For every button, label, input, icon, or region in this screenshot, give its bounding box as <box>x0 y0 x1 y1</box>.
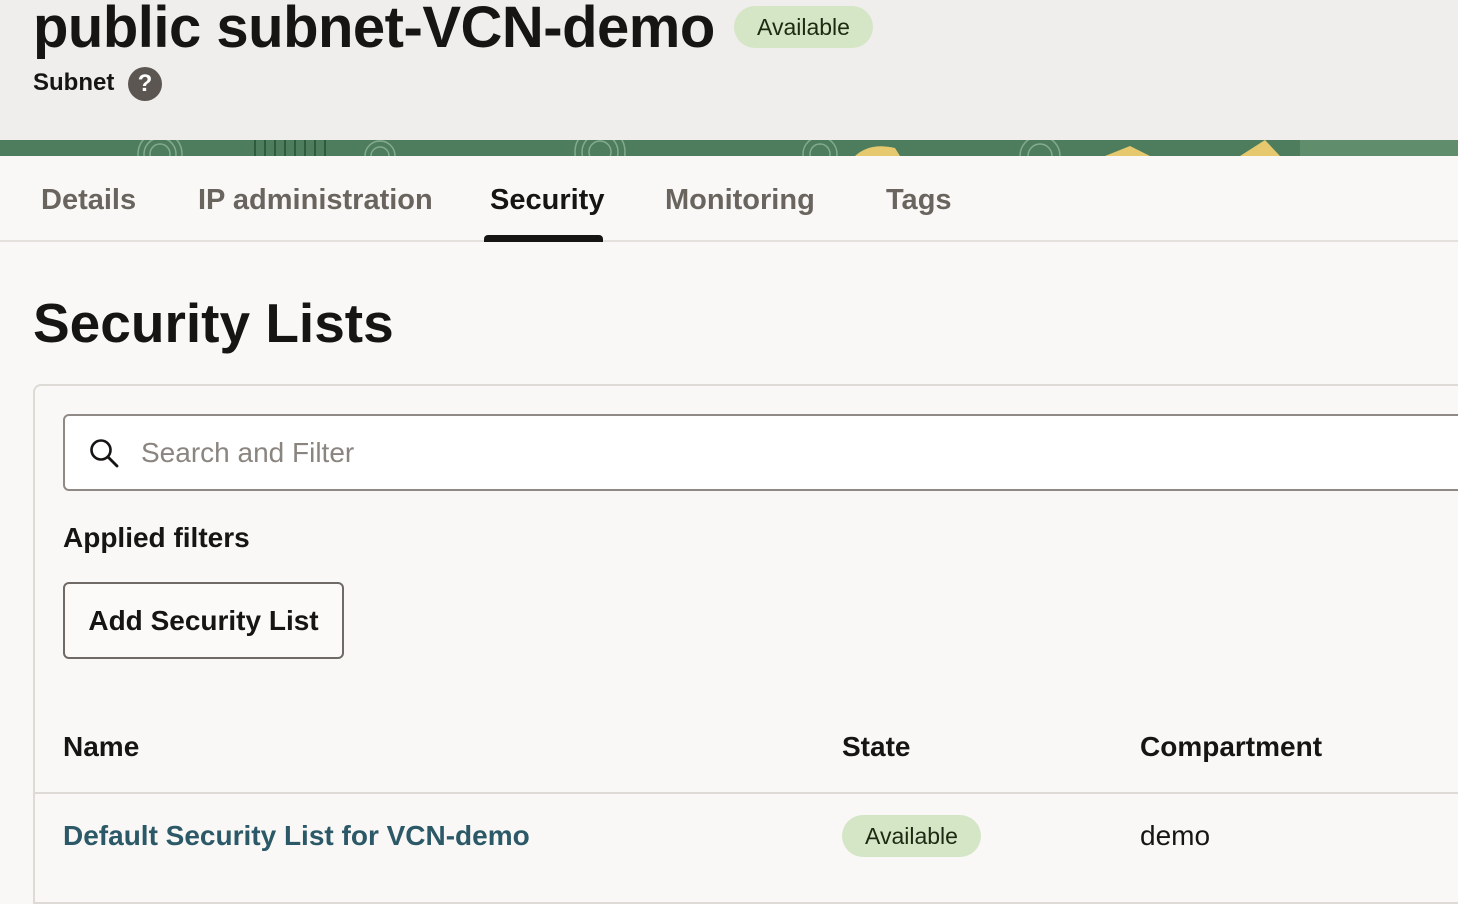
tab-monitoring[interactable]: Monitoring <box>665 180 815 220</box>
banner-pattern-icon <box>0 140 1458 156</box>
column-header-name[interactable]: Name <box>63 728 139 766</box>
search-icon <box>90 439 119 468</box>
page-header: public subnet-VCN-demo Available Subnet … <box>0 0 1458 140</box>
compartment-cell: demo <box>1140 820 1211 851</box>
active-tab-indicator <box>484 235 603 242</box>
help-icon[interactable]: ? <box>128 67 162 101</box>
tab-details[interactable]: Details <box>41 180 136 220</box>
applied-filters-label: Applied filters <box>63 522 250 553</box>
page-title: public subnet-VCN-demo <box>33 0 715 60</box>
resource-type-label: Subnet <box>33 69 115 96</box>
tab-security[interactable]: Security <box>490 180 604 220</box>
column-header-compartment[interactable]: Compartment <box>1140 728 1322 766</box>
column-header-state[interactable]: State <box>842 728 910 766</box>
search-input[interactable] <box>141 430 1041 476</box>
section-title: Security Lists <box>33 292 394 354</box>
table-header-divider <box>35 792 1458 794</box>
state-badge: Available <box>842 815 981 857</box>
add-security-list-button[interactable]: Add Security List <box>63 582 344 659</box>
tab-bar: Details IP administration Security Monit… <box>0 156 1458 242</box>
status-badge: Available <box>734 6 873 48</box>
decorative-banner <box>0 140 1458 156</box>
security-list-name-link[interactable]: Default Security List for VCN-demo <box>63 817 530 855</box>
tab-ip-administration[interactable]: IP administration <box>198 180 433 220</box>
tab-tags[interactable]: Tags <box>886 180 952 220</box>
